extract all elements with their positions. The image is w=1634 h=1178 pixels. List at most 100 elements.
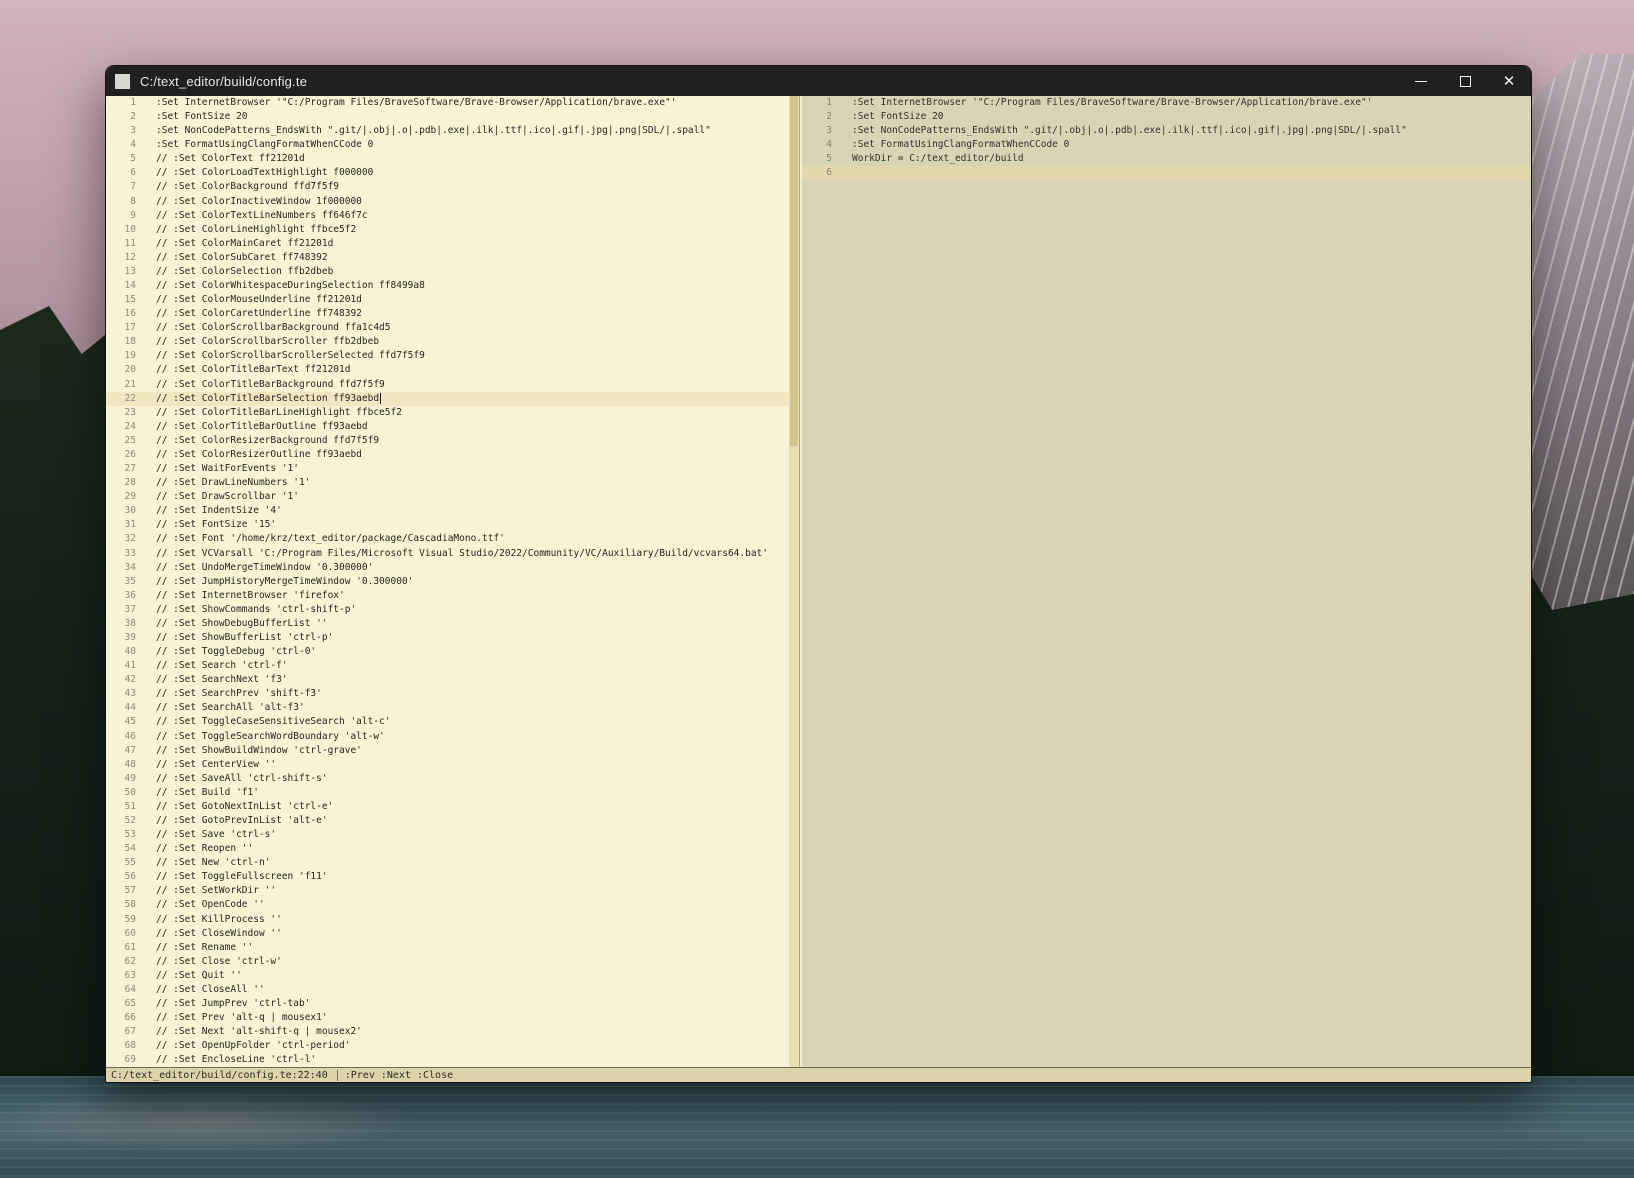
code-line[interactable]: 34// :Set UndoMergeTimeWindow '0.300000' bbox=[106, 561, 789, 575]
code-line[interactable]: 31// :Set FontSize '15' bbox=[106, 518, 789, 532]
code-line[interactable]: 40// :Set ToggleDebug 'ctrl-0' bbox=[106, 645, 789, 659]
code-line[interactable]: 52// :Set GotoPrevInList 'alt-e' bbox=[106, 814, 789, 828]
code-line[interactable]: 59// :Set KillProcess '' bbox=[106, 913, 789, 927]
line-text: // :Set Quit '' bbox=[156, 969, 242, 983]
code-line[interactable]: 45// :Set ToggleCaseSensitiveSearch 'alt… bbox=[106, 715, 789, 729]
code-line[interactable]: 15// :Set ColorMouseUnderline ff21201d bbox=[106, 293, 789, 307]
code-line[interactable]: 58// :Set OpenCode '' bbox=[106, 898, 789, 912]
code-line[interactable]: 36// :Set InternetBrowser 'firefox' bbox=[106, 589, 789, 603]
code-line[interactable]: 10// :Set ColorLineHighlight ffbce5f2 bbox=[106, 223, 789, 237]
code-line[interactable]: 37// :Set ShowCommands 'ctrl-shift-p' bbox=[106, 603, 789, 617]
code-line[interactable]: 14// :Set ColorWhitespaceDuringSelection… bbox=[106, 279, 789, 293]
code-line[interactable]: 6 bbox=[802, 166, 1531, 180]
code-line[interactable]: 3:Set NonCodePatterns_EndsWith ".git/|.o… bbox=[106, 124, 789, 138]
code-line[interactable]: 18// :Set ColorScrollbarScroller ffb2dbe… bbox=[106, 335, 789, 349]
code-line[interactable]: 35// :Set JumpHistoryMergeTimeWindow '0.… bbox=[106, 575, 789, 589]
code-line[interactable]: 8// :Set ColorInactiveWindow 1f000000 bbox=[106, 195, 789, 209]
code-line[interactable]: 38// :Set ShowDebugBufferList '' bbox=[106, 617, 789, 631]
code-line[interactable]: 17// :Set ColorScrollbarBackground ffa1c… bbox=[106, 321, 789, 335]
code-line[interactable]: 66// :Set Prev 'alt-q | mousex1' bbox=[106, 1011, 789, 1025]
code-line[interactable]: 44// :Set SearchAll 'alt-f3' bbox=[106, 701, 789, 715]
code-line[interactable]: 61// :Set Rename '' bbox=[106, 941, 789, 955]
scrollbar-thumb[interactable] bbox=[790, 96, 798, 446]
code-line[interactable]: 63// :Set Quit '' bbox=[106, 969, 789, 983]
code-line[interactable]: 4:Set FormatUsingClangFormatWhenCCode 0 bbox=[802, 138, 1531, 152]
line-number: 33 bbox=[106, 547, 140, 561]
code-line[interactable]: 46// :Set ToggleSearchWordBoundary 'alt-… bbox=[106, 730, 789, 744]
code-line[interactable]: 2:Set FontSize 20 bbox=[106, 110, 789, 124]
code-line[interactable]: 41// :Set Search 'ctrl-f' bbox=[106, 659, 789, 673]
line-text: // :Set ToggleSearchWordBoundary 'alt-w' bbox=[156, 730, 385, 744]
code-line[interactable]: 30// :Set IndentSize '4' bbox=[106, 504, 789, 518]
line-text: // :Set SearchAll 'alt-f3' bbox=[156, 701, 305, 715]
line-number: 15 bbox=[106, 293, 140, 307]
line-number: 12 bbox=[106, 251, 140, 265]
minimize-button[interactable] bbox=[1399, 66, 1443, 96]
code-line[interactable]: 3:Set NonCodePatterns_EndsWith ".git/|.o… bbox=[802, 124, 1531, 138]
code-line[interactable]: 16// :Set ColorCaretUnderline ff748392 bbox=[106, 307, 789, 321]
line-number: 62 bbox=[106, 955, 140, 969]
line-number: 31 bbox=[106, 518, 140, 532]
line-number: 5 bbox=[106, 152, 140, 166]
code-line[interactable]: 39// :Set ShowBufferList 'ctrl-p' bbox=[106, 631, 789, 645]
line-text: :Set FormatUsingClangFormatWhenCCode 0 bbox=[852, 138, 1069, 152]
code-line[interactable]: 43// :Set SearchPrev 'shift-f3' bbox=[106, 687, 789, 701]
code-line[interactable]: 62// :Set Close 'ctrl-w' bbox=[106, 955, 789, 969]
code-line[interactable]: 23// :Set ColorTitleBarLineHighlight ffb… bbox=[106, 406, 789, 420]
code-line[interactable]: 4:Set FormatUsingClangFormatWhenCCode 0 bbox=[106, 138, 789, 152]
code-line[interactable]: 54// :Set Reopen '' bbox=[106, 842, 789, 856]
code-line[interactable]: 48// :Set CenterView '' bbox=[106, 758, 789, 772]
code-line[interactable]: 51// :Set GotoNextInList 'ctrl-e' bbox=[106, 800, 789, 814]
code-line[interactable]: 33// :Set VCVarsall 'C:/Program Files/Mi… bbox=[106, 547, 789, 561]
code-line[interactable]: 5WorkDir = C:/text_editor/build bbox=[802, 152, 1531, 166]
code-line[interactable]: 56// :Set ToggleFullscreen 'f11' bbox=[106, 870, 789, 884]
code-line[interactable]: 11// :Set ColorMainCaret ff21201d bbox=[106, 237, 789, 251]
code-line[interactable]: 7// :Set ColorBackground ffd7f5f9 bbox=[106, 180, 789, 194]
code-line[interactable]: 21// :Set ColorTitleBarBackground ffd7f5… bbox=[106, 378, 789, 392]
code-line[interactable]: 5// :Set ColorText ff21201d bbox=[106, 152, 789, 166]
code-line[interactable]: 55// :Set New 'ctrl-n' bbox=[106, 856, 789, 870]
code-line[interactable]: 1:Set InternetBrowser '"C:/Program Files… bbox=[106, 96, 789, 110]
code-line[interactable]: 57// :Set SetWorkDir '' bbox=[106, 884, 789, 898]
code-line[interactable]: 67// :Set Next 'alt-shift-q | mousex2' bbox=[106, 1025, 789, 1039]
code-line[interactable]: 24// :Set ColorTitleBarOutline ff93aebd bbox=[106, 420, 789, 434]
code-line[interactable]: 69// :Set EncloseLine 'ctrl-l' bbox=[106, 1053, 789, 1067]
build-output-pane[interactable]: 1:Set InternetBrowser '"C:/Program Files… bbox=[802, 96, 1531, 1067]
code-line[interactable]: 50// :Set Build 'f1' bbox=[106, 786, 789, 800]
cursor-location: C:/text_editor/build/config.te:22:40 bbox=[111, 1070, 328, 1081]
code-line[interactable]: 32// :Set Font '/home/krz/text_editor/pa… bbox=[106, 532, 789, 546]
code-line[interactable]: 26// :Set ColorResizerOutline ff93aebd bbox=[106, 448, 789, 462]
code-line[interactable]: 22// :Set ColorTitleBarSelection ff93aeb… bbox=[106, 392, 789, 406]
code-line[interactable]: 53// :Set Save 'ctrl-s' bbox=[106, 828, 789, 842]
status-commands[interactable]: :Prev :Next :Close bbox=[345, 1070, 453, 1081]
code-line[interactable]: 9// :Set ColorTextLineNumbers ff646f7c bbox=[106, 209, 789, 223]
title-bar[interactable]: C:/text_editor/build/config.te ✕ bbox=[106, 66, 1531, 96]
line-number: 22 bbox=[106, 392, 140, 406]
close-button[interactable]: ✕ bbox=[1487, 66, 1531, 96]
code-line[interactable]: 25// :Set ColorResizerBackground ffd7f5f… bbox=[106, 434, 789, 448]
code-line[interactable]: 12// :Set ColorSubCaret ff748392 bbox=[106, 251, 789, 265]
code-line[interactable]: 1:Set InternetBrowser '"C:/Program Files… bbox=[802, 96, 1531, 110]
code-line[interactable]: 19// :Set ColorScrollbarScrollerSelected… bbox=[106, 349, 789, 363]
editor-area: 1:Set InternetBrowser '"C:/Program Files… bbox=[106, 96, 1531, 1067]
line-number: 8 bbox=[106, 195, 140, 209]
maximize-button[interactable] bbox=[1443, 66, 1487, 96]
code-line[interactable]: 65// :Set JumpPrev 'ctrl-tab' bbox=[106, 997, 789, 1011]
left-pane-scrollbar[interactable] bbox=[789, 96, 799, 1067]
line-text: // :Set CloseWindow '' bbox=[156, 927, 282, 941]
code-line[interactable]: 20// :Set ColorTitleBarText ff21201d bbox=[106, 363, 789, 377]
code-line[interactable]: 68// :Set OpenUpFolder 'ctrl-period' bbox=[106, 1039, 789, 1053]
code-line[interactable]: 64// :Set CloseAll '' bbox=[106, 983, 789, 997]
code-line[interactable]: 60// :Set CloseWindow '' bbox=[106, 927, 789, 941]
code-line[interactable]: 29// :Set DrawScrollbar '1' bbox=[106, 490, 789, 504]
code-line[interactable]: 28// :Set DrawLineNumbers '1' bbox=[106, 476, 789, 490]
code-line[interactable]: 6// :Set ColorLoadTextHighlight f000000 bbox=[106, 166, 789, 180]
code-line[interactable]: 2:Set FontSize 20 bbox=[802, 110, 1531, 124]
code-line[interactable]: 13// :Set ColorSelection ffb2dbeb bbox=[106, 265, 789, 279]
code-line[interactable]: 49// :Set SaveAll 'ctrl-shift-s' bbox=[106, 772, 789, 786]
code-line[interactable]: 42// :Set SearchNext 'f3' bbox=[106, 673, 789, 687]
config-editor-pane[interactable]: 1:Set InternetBrowser '"C:/Program Files… bbox=[106, 96, 789, 1067]
code-line[interactable]: 27// :Set WaitForEvents '1' bbox=[106, 462, 789, 476]
line-number: 27 bbox=[106, 462, 140, 476]
code-line[interactable]: 47// :Set ShowBuildWindow 'ctrl-grave' bbox=[106, 744, 789, 758]
